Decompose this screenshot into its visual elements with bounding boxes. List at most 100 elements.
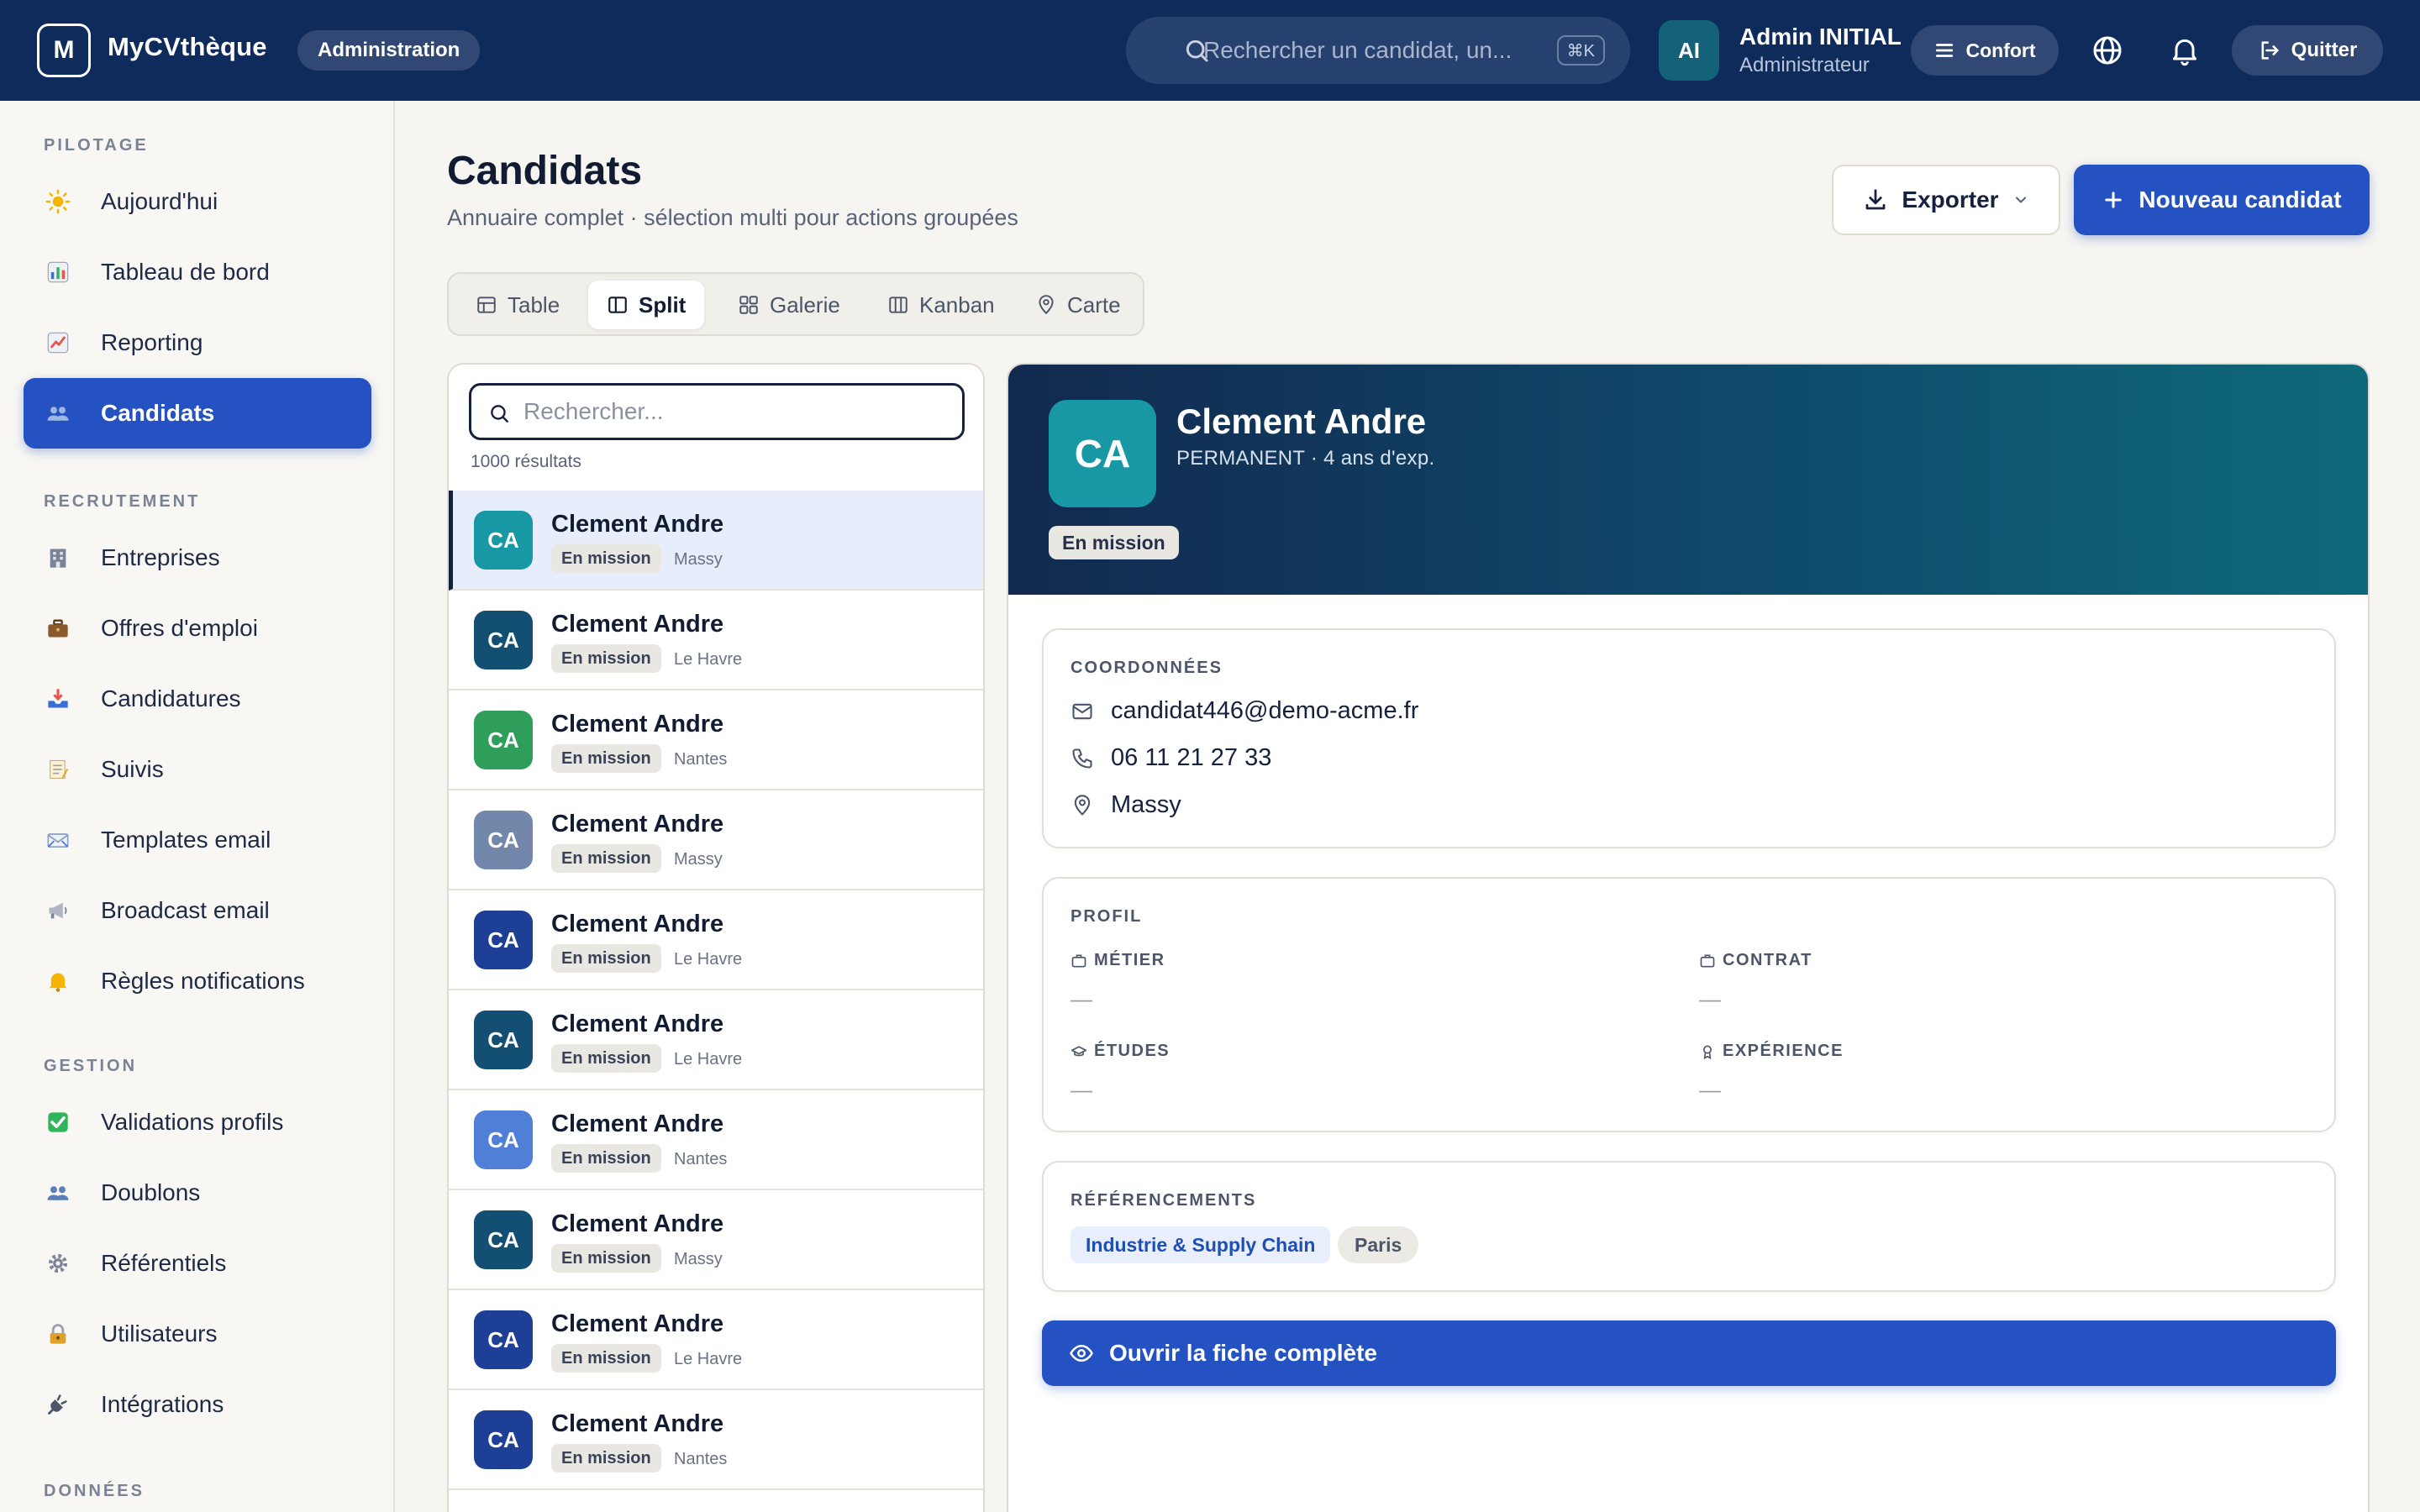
comfort-mode-button[interactable]: Confort [1911, 25, 2059, 76]
sidebar-item-users[interactable]: Utilisateurs [24, 1299, 371, 1369]
sidebar-item-candidates[interactable]: Candidats [24, 378, 371, 449]
inbox-tray-icon [44, 685, 72, 713]
list-item[interactable]: CA Clement Andre En mission Nantes [449, 1390, 983, 1490]
job-label-text: MÉTIER [1094, 951, 1165, 969]
contact-email[interactable]: candidat446@demo-acme.fr [1071, 697, 1418, 725]
tab-gallery[interactable]: Galerie [719, 281, 859, 329]
candidate-city: Nantes [674, 750, 728, 769]
language-button[interactable] [2091, 34, 2124, 67]
sector-tag[interactable]: Industrie & Supply Chain [1071, 1226, 1331, 1263]
candidate-city: Massy [674, 850, 723, 869]
sidebar-item-today[interactable]: Aujourd'hui [24, 166, 371, 237]
chevron-down-icon [2012, 192, 2029, 208]
chart-up-icon [44, 328, 72, 357]
sun-icon [44, 187, 72, 216]
list-item[interactable]: CA Clement Andre En mission Nantes [449, 1090, 983, 1190]
logout-label: Quitter [2291, 39, 2358, 61]
sidebar-item-referentials[interactable]: Référentiels [24, 1228, 371, 1299]
briefcase-icon [1699, 953, 1716, 969]
logout-button[interactable]: Quitter [2232, 25, 2383, 76]
global-search-input[interactable]: Rechercher un candidat, un... ⌘K [1126, 17, 1630, 84]
globe-icon [2091, 34, 2124, 67]
sidebar-item-profile-validations[interactable]: Validations profils [24, 1087, 371, 1158]
sidebar-section-pilotage: PILOTAGE [44, 136, 149, 155]
sidebar-item-job-offers[interactable]: Offres d'emploi [24, 593, 371, 664]
candidate-name: Clement Andre [551, 711, 724, 738]
people-icon [44, 399, 72, 428]
sidebar-item-duplicates[interactable]: Doublons [24, 1158, 371, 1228]
office-building-icon [44, 543, 72, 572]
tab-split[interactable]: Split [588, 281, 705, 329]
sidebar-item-broadcast-email[interactable]: Broadcast email [24, 875, 371, 946]
list-item[interactable]: CA Clement Andre En mission Le Havre [449, 591, 983, 690]
city-text: Massy [1111, 791, 1181, 818]
list-search-input[interactable]: Rechercher... [469, 383, 965, 440]
new-candidate-button[interactable]: Nouveau candidat [2074, 165, 2370, 235]
tab-table[interactable]: Table [457, 281, 578, 329]
contract-value: — [1699, 986, 1721, 1011]
new-candidate-label: Nouveau candidat [2139, 186, 2342, 213]
profile-card-title: PROFIL [1071, 907, 1143, 926]
sidebar-item-follow-ups[interactable]: Suivis [24, 734, 371, 805]
status-badge: En mission [1049, 526, 1179, 559]
list-item[interactable]: CA Clement Andre En mission Le Havre [449, 890, 983, 990]
status-badge: En mission [551, 844, 661, 873]
list-item[interactable]: CA Clement Andre En mission Nantes [449, 690, 983, 790]
map-pin-icon [1035, 294, 1057, 316]
tab-label: Galerie [770, 291, 840, 318]
candidate-avatar: CA [474, 511, 533, 570]
candidate-city: Le Havre [674, 950, 743, 969]
contract-label-text: CONTRAT [1723, 951, 1812, 969]
list-item[interactable]: CA Clement Andre En mission Le Havre [449, 990, 983, 1090]
sidebar-item-label: Reporting [101, 329, 203, 355]
graduation-cap-icon [1071, 1043, 1087, 1060]
brand-name[interactable]: MyCVthèque [108, 32, 267, 62]
user-avatar[interactable]: AI [1659, 20, 1719, 81]
brand-logo[interactable]: M [37, 24, 91, 77]
briefcase-icon [44, 614, 72, 643]
sidebar-item-dashboard[interactable]: Tableau de bord [24, 237, 371, 307]
notifications-button[interactable] [2168, 34, 2202, 67]
sidebar-item-label: Candidatures [101, 685, 241, 711]
sidebar-item-companies[interactable]: Entreprises [24, 522, 371, 593]
candidate-name: Clement Andre [551, 1310, 724, 1337]
tab-kanban[interactable]: Kanban [869, 281, 1013, 329]
detail-name: Clement Andre [1176, 402, 1427, 441]
bell-icon [44, 967, 72, 995]
search-icon [1183, 37, 1210, 64]
sidebar-section-recrutement: RECRUTEMENT [44, 492, 201, 511]
list-item[interactable]: CA Clement Andre En mission Le Havre [449, 1290, 983, 1390]
tab-map[interactable]: Carte [1017, 281, 1139, 329]
candidate-avatar: CA [474, 1410, 533, 1469]
briefcase-icon [1071, 953, 1087, 969]
gear-icon [44, 1249, 72, 1278]
list-item[interactable]: CA Clement Andre En mission Massy [449, 790, 983, 890]
search-icon [488, 402, 510, 424]
sidebar-item-reporting[interactable]: Reporting [24, 307, 371, 378]
list-search-placeholder: Rechercher... [523, 398, 664, 424]
job-value: — [1071, 986, 1092, 1011]
sidebar-item-applications[interactable]: Candidatures [24, 664, 371, 734]
status-badge: En mission [551, 944, 661, 973]
tab-label: Carte [1067, 291, 1121, 318]
contact-phone[interactable]: 06 11 21 27 33 [1071, 744, 1271, 772]
candidate-city: Massy [674, 1250, 723, 1268]
detail-header: CA Clement Andre PERMANENT · 4 ans d'exp… [1008, 365, 2368, 595]
candidate-avatar: CA [474, 811, 533, 869]
sidebar: PILOTAGE Aujourd'hui Tableau de bord Rep… [0, 101, 395, 1512]
list-item[interactable]: CA Clement Andre En mission Massy [449, 1190, 983, 1290]
list-item[interactable]: CA Clement Andre En mission Massy [449, 491, 983, 591]
sidebar-item-label: Validations profils [101, 1109, 284, 1135]
sidebar-item-email-templates[interactable]: Templates email [24, 805, 371, 875]
candidate-name: Clement Andre [551, 1210, 724, 1237]
open-full-profile-button[interactable]: Ouvrir la fiche complète [1042, 1320, 2336, 1386]
sidebar-item-integrations[interactable]: Intégrations [24, 1369, 371, 1440]
contact-card: COORDONNÉES candidat446@demo-acme.fr 06 … [1042, 628, 2336, 848]
candidate-name: Clement Andre [551, 1011, 724, 1037]
sidebar-item-notification-rules[interactable]: Règles notifications [24, 946, 371, 1016]
envelope-icon [44, 826, 72, 854]
references-card: RÉFÉRENCEMENTS Industrie & Supply Chain … [1042, 1161, 2336, 1292]
grid-icon [738, 294, 760, 316]
export-button[interactable]: Exporter [1832, 165, 2060, 235]
city-tag[interactable]: Paris [1338, 1226, 1419, 1263]
